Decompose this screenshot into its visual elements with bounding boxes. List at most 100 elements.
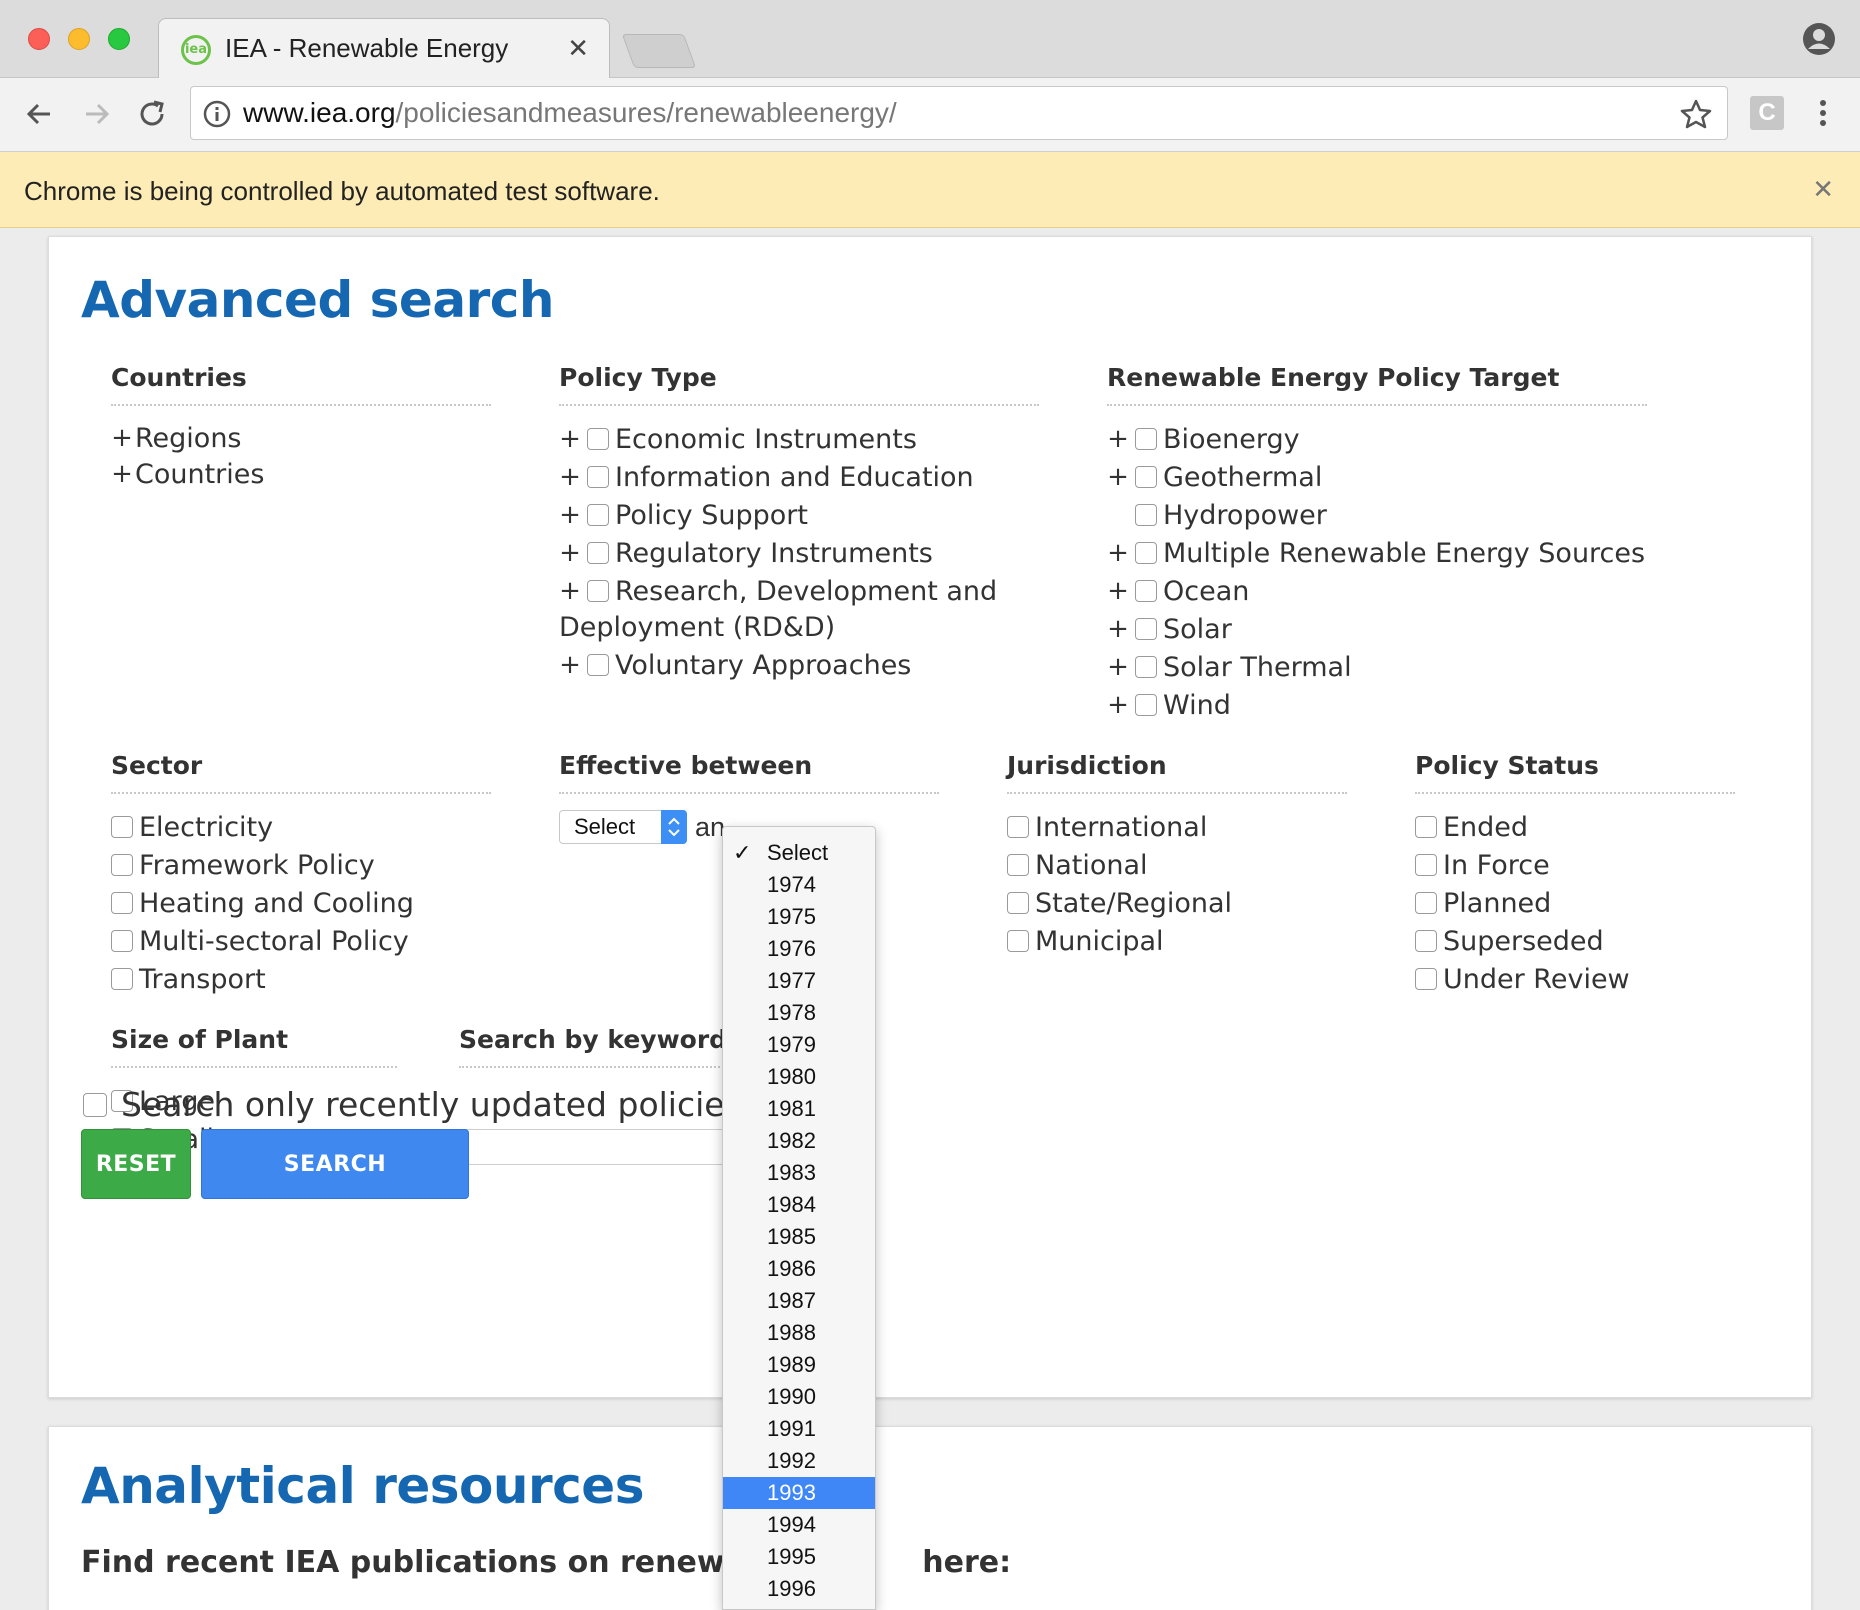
expand-icon[interactable]: + — [559, 650, 581, 680]
dropdown-option[interactable]: 1981 — [723, 1093, 875, 1125]
checkbox[interactable] — [1135, 694, 1157, 716]
close-window-button[interactable] — [28, 28, 50, 50]
checkbox[interactable] — [1135, 580, 1157, 602]
expand-icon[interactable]: + — [111, 459, 133, 489]
checkbox[interactable] — [1415, 930, 1437, 952]
checkbox[interactable] — [1135, 428, 1157, 450]
checkbox[interactable] — [111, 854, 133, 876]
dropdown-option[interactable]: 1990 — [723, 1381, 875, 1413]
status-item[interactable]: Under Review — [1415, 960, 1735, 998]
checkbox[interactable] — [111, 816, 133, 838]
checkbox[interactable] — [587, 654, 609, 676]
status-item[interactable]: In Force — [1415, 846, 1735, 884]
info-icon[interactable] — [203, 100, 231, 128]
reset-button[interactable]: RESET — [81, 1129, 191, 1199]
expand-icon[interactable]: + — [1107, 614, 1129, 644]
dropdown-option[interactable]: 1987 — [723, 1285, 875, 1317]
new-tab-button[interactable] — [621, 34, 697, 68]
expand-icon[interactable]: + — [1107, 424, 1129, 454]
keyword-input[interactable] — [459, 1129, 759, 1165]
from-year-select[interactable]: Select — [559, 810, 687, 844]
target-item[interactable]: + Multiple Renewable Energy Sources — [1107, 534, 1647, 572]
checkbox[interactable] — [587, 428, 609, 450]
checkbox[interactable] — [1135, 542, 1157, 564]
checkbox[interactable] — [1007, 854, 1029, 876]
infobar-close-icon[interactable]: ✕ — [1812, 174, 1834, 205]
checkbox[interactable] — [83, 1092, 107, 1117]
extension-icon[interactable]: C — [1750, 96, 1784, 130]
jurisdiction-item[interactable]: State/Regional — [1007, 884, 1347, 922]
forward-arrow-icon[interactable] — [76, 94, 116, 134]
checkbox[interactable] — [1007, 930, 1029, 952]
bookmark-star-icon[interactable] — [1679, 97, 1713, 131]
dropdown-option-highlighted[interactable]: 1993 — [723, 1477, 875, 1509]
checkbox[interactable] — [587, 466, 609, 488]
jurisdiction-item[interactable]: Municipal — [1007, 922, 1347, 960]
search-button[interactable]: SEARCH — [201, 1129, 469, 1199]
target-item[interactable]: + Bioenergy — [1107, 420, 1647, 458]
sector-item[interactable]: Multi-sectoral Policy — [111, 922, 491, 960]
sector-item[interactable]: Transport — [111, 960, 491, 998]
policy-type-item[interactable]: + Regulatory Instruments — [559, 534, 1039, 572]
target-item[interactable]: + Wind — [1107, 686, 1647, 724]
checkbox[interactable] — [587, 542, 609, 564]
target-item[interactable]: + Solar Thermal — [1107, 648, 1647, 686]
expand-icon[interactable]: + — [1107, 538, 1129, 568]
checkbox[interactable] — [1007, 892, 1029, 914]
dropdown-option[interactable]: 1988 — [723, 1317, 875, 1349]
checkbox[interactable] — [1007, 816, 1029, 838]
expand-icon[interactable]: + — [1107, 462, 1129, 492]
dropdown-option[interactable]: 1992 — [723, 1445, 875, 1477]
reload-icon[interactable] — [132, 94, 172, 134]
countries-item-regions[interactable]: + Regions — [111, 420, 491, 456]
expand-icon[interactable]: + — [559, 424, 581, 454]
dropdown-option[interactable]: 1976 — [723, 933, 875, 965]
dropdown-option[interactable]: 1980 — [723, 1061, 875, 1093]
checkbox[interactable] — [111, 892, 133, 914]
checkbox[interactable] — [111, 968, 133, 990]
checkbox[interactable] — [1135, 504, 1157, 526]
minimize-window-button[interactable] — [68, 28, 90, 50]
expand-icon[interactable]: + — [1107, 690, 1129, 720]
dropdown-option[interactable]: 1995 — [723, 1541, 875, 1573]
policy-type-item[interactable]: + Economic Instruments — [559, 420, 1039, 458]
dropdown-option[interactable]: 1975 — [723, 901, 875, 933]
dropdown-option[interactable]: 1991 — [723, 1413, 875, 1445]
checkbox[interactable] — [1135, 618, 1157, 640]
target-item[interactable]: + Geothermal — [1107, 458, 1647, 496]
dropdown-option[interactable]: 1979 — [723, 1029, 875, 1061]
checkbox[interactable] — [1415, 892, 1437, 914]
year-dropdown-menu[interactable]: ✓ Select 1974 1975 1976 1977 1978 1979 19… — [722, 826, 876, 1610]
checkbox[interactable] — [1415, 854, 1437, 876]
status-item[interactable]: Planned — [1415, 884, 1735, 922]
jurisdiction-item[interactable]: National — [1007, 846, 1347, 884]
expand-icon[interactable]: + — [1107, 576, 1129, 606]
checkbox[interactable] — [1135, 656, 1157, 678]
checkbox[interactable] — [587, 504, 609, 526]
target-item[interactable]: +Hydropower — [1107, 496, 1647, 534]
sector-item[interactable]: Heating and Cooling — [111, 884, 491, 922]
recent-policies-option[interactable]: Search only recently updated policies — [83, 1085, 742, 1124]
dropdown-option[interactable]: 1978 — [723, 997, 875, 1029]
dropdown-option[interactable]: 1974 — [723, 869, 875, 901]
expand-icon[interactable]: + — [1107, 652, 1129, 682]
browser-tab[interactable]: iea IEA - Renewable Energy ✕ — [158, 18, 610, 80]
checkbox[interactable] — [1415, 816, 1437, 838]
tab-close-icon[interactable]: ✕ — [567, 33, 589, 64]
expand-icon[interactable]: + — [111, 423, 133, 453]
checkbox[interactable] — [1135, 466, 1157, 488]
expand-icon[interactable]: + — [559, 500, 581, 530]
checkbox[interactable] — [587, 580, 609, 602]
dropdown-option[interactable]: 1983 — [723, 1157, 875, 1189]
status-item[interactable]: Superseded — [1415, 922, 1735, 960]
expand-icon[interactable]: + — [559, 576, 581, 606]
policy-type-item[interactable]: + Research, Development and — [559, 572, 1039, 610]
dropdown-option[interactable]: 1989 — [723, 1349, 875, 1381]
dropdown-option-select[interactable]: ✓ Select — [723, 837, 875, 869]
policy-type-item[interactable]: + Policy Support — [559, 496, 1039, 534]
target-item[interactable]: + Ocean — [1107, 572, 1647, 610]
address-bar[interactable]: www.iea.org/policiesandmeasures/renewabl… — [190, 86, 1728, 140]
countries-item-countries[interactable]: + Countries — [111, 456, 491, 492]
dropdown-option[interactable]: 1982 — [723, 1125, 875, 1157]
dropdown-option[interactable]: 1994 — [723, 1509, 875, 1541]
